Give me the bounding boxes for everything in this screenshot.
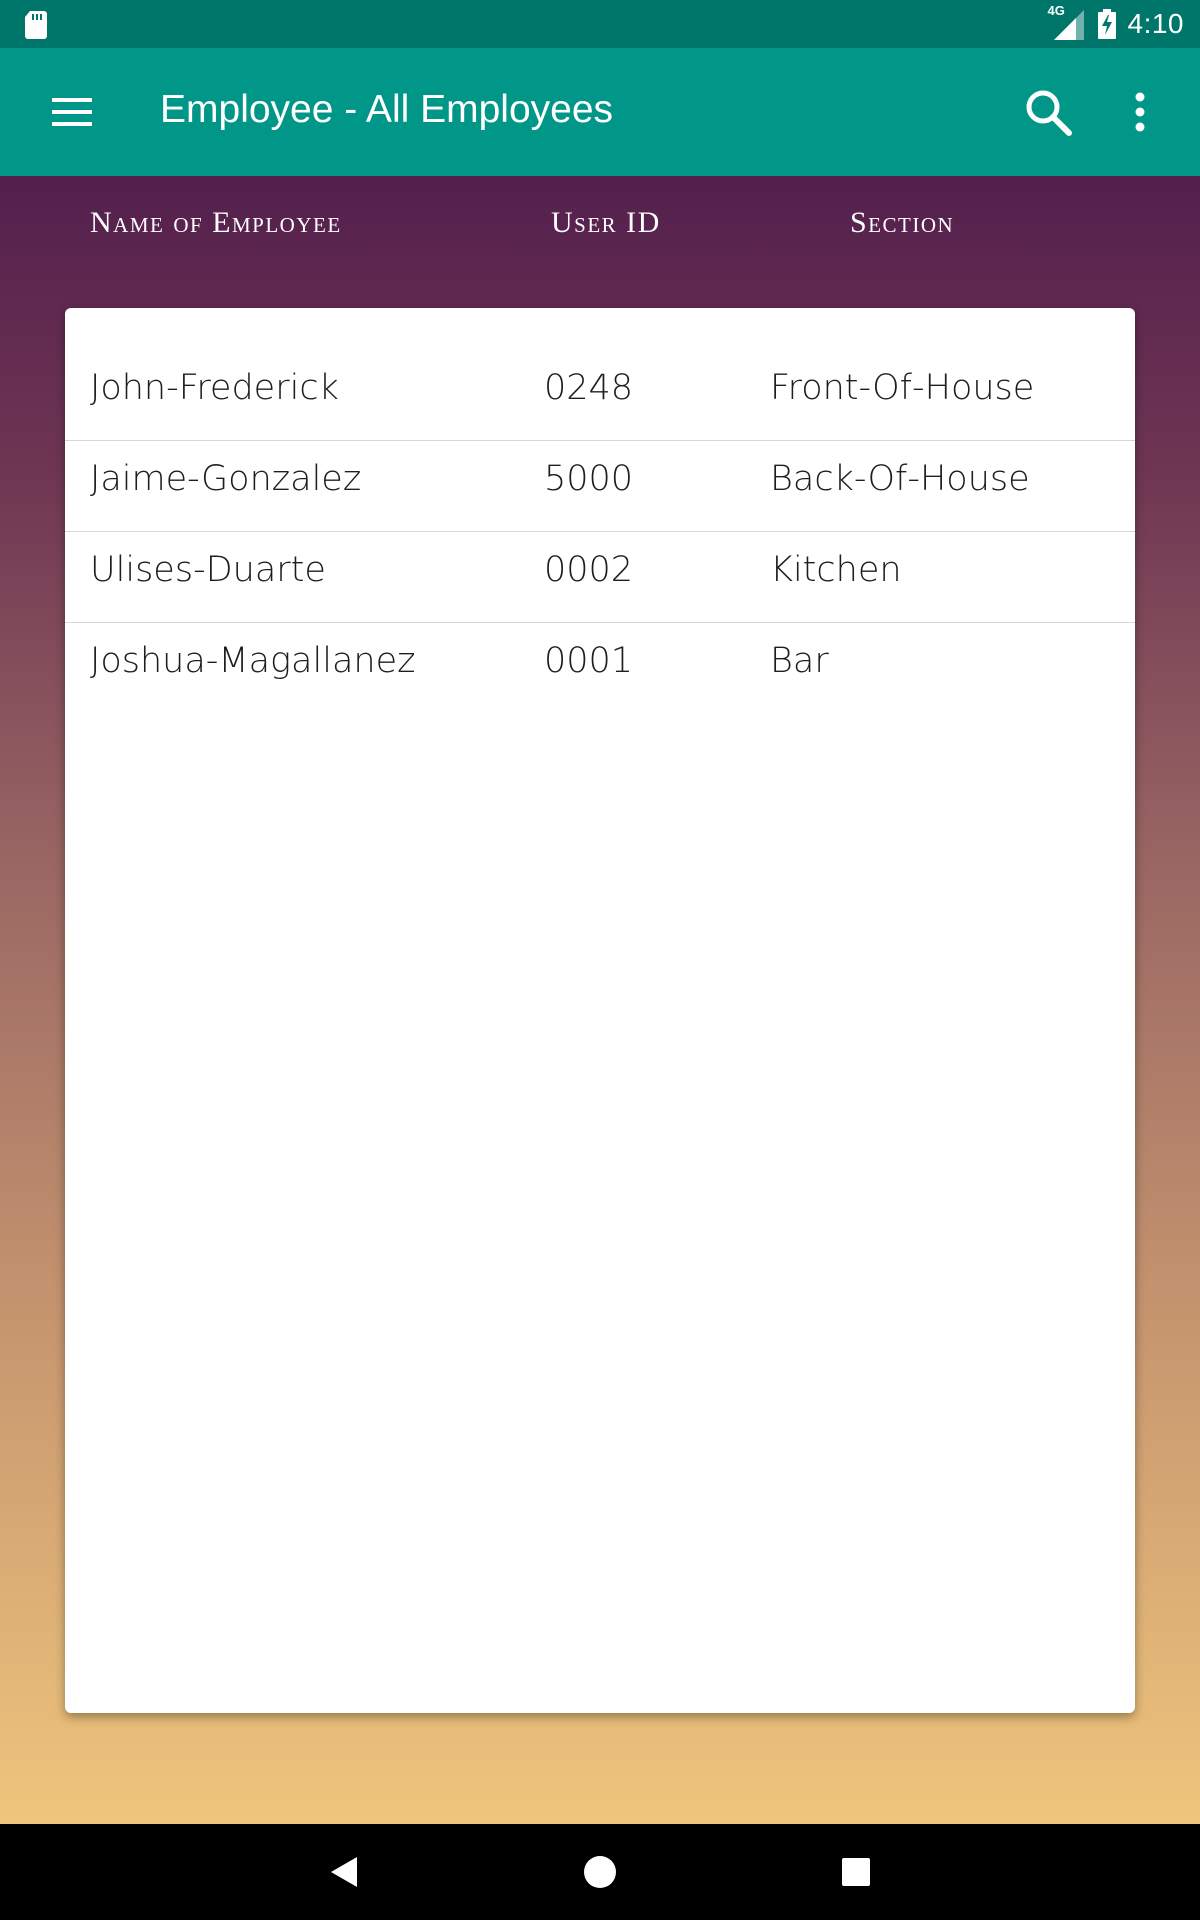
employee-user-id: 0002 <box>544 550 634 590</box>
signal-icon: 4G <box>1047 3 1086 42</box>
employee-section: Back-Of-House <box>770 459 1030 499</box>
employee-user-id: 0001 <box>544 641 634 681</box>
home-icon <box>584 1856 616 1888</box>
sd-card-icon <box>25 11 47 39</box>
search-button[interactable] <box>1016 80 1080 144</box>
back-icon <box>331 1857 357 1887</box>
employee-card: John-Frederick 0248 Front-Of-House Jaime… <box>65 308 1135 1713</box>
column-headers: Name of Employee User ID Section <box>0 206 1200 256</box>
back-button[interactable] <box>320 1848 368 1896</box>
screen: 4G 4:10 Employee - All Employees Name of… <box>0 0 1200 1920</box>
header-section[interactable]: Section <box>850 206 954 240</box>
recents-icon <box>842 1858 870 1886</box>
employee-user-id: 0248 <box>544 368 634 408</box>
employee-list: John-Frederick 0248 Front-Of-House Jaime… <box>65 350 1135 714</box>
network-type: 4G <box>1047 3 1065 18</box>
table-row[interactable]: Jaime-Gonzalez 5000 Back-Of-House <box>65 441 1135 532</box>
employee-name: Ulises-Duarte <box>90 550 326 590</box>
employee-section: Front-Of-House <box>770 368 1035 408</box>
employee-user-id: 5000 <box>544 459 634 499</box>
status-bar: 4G 4:10 <box>0 0 1200 48</box>
content-area: Name of Employee User ID Section John-Fr… <box>0 176 1200 1824</box>
home-button[interactable] <box>576 1848 624 1896</box>
employee-name: Joshua-Magallanez <box>90 641 416 681</box>
employee-name: Jaime-Gonzalez <box>90 459 362 499</box>
employee-name: John-Frederick <box>90 368 339 408</box>
menu-button[interactable] <box>36 84 108 140</box>
header-name[interactable]: Name of Employee <box>90 206 342 240</box>
employee-section: Kitchen <box>770 550 902 590</box>
navigation-bar <box>0 1824 1200 1920</box>
table-row[interactable]: Ulises-Duarte 0002 Kitchen <box>65 532 1135 623</box>
status-time: 4:10 <box>1127 8 1184 39</box>
table-row[interactable]: John-Frederick 0248 Front-Of-House <box>65 350 1135 441</box>
employee-section: Bar <box>770 641 829 681</box>
status-right: 4G 4:10 <box>1047 0 1185 48</box>
more-options-button[interactable] <box>1112 80 1168 144</box>
battery-charging-icon <box>1097 9 1116 39</box>
search-icon <box>1026 90 1072 136</box>
more-vert-icon <box>1135 92 1145 132</box>
app-bar: Employee - All Employees <box>0 48 1200 176</box>
page-title: Employee - All Employees <box>160 88 614 131</box>
menu-icon <box>52 98 92 126</box>
recents-button[interactable] <box>832 1848 880 1896</box>
table-row[interactable]: Joshua-Magallanez 0001 Bar <box>65 623 1135 714</box>
header-user-id[interactable]: User ID <box>551 206 661 240</box>
